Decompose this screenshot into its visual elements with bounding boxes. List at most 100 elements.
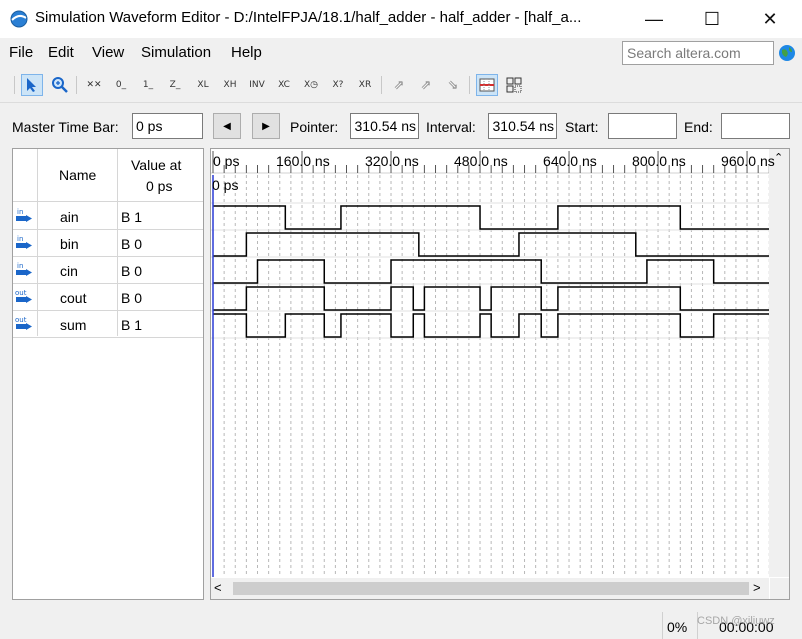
unknown-value-button[interactable]: ✕✕ bbox=[83, 74, 105, 96]
output-pin-icon: out bbox=[15, 289, 32, 303]
timeline-tick-label: 640.0 ns bbox=[543, 153, 597, 169]
scroll-corner bbox=[770, 578, 789, 599]
clock-icon: X◷ bbox=[303, 80, 319, 90]
status-divider bbox=[662, 612, 663, 639]
menu-edit[interactable]: Edit bbox=[48, 44, 74, 61]
svg-text:in: in bbox=[17, 208, 23, 216]
menu-help[interactable]: Help bbox=[231, 44, 262, 61]
invert-button[interactable]: INV bbox=[246, 74, 268, 96]
signal-list-panel bbox=[12, 148, 204, 600]
row-divider bbox=[13, 201, 203, 202]
unknown-value-icon: ✕✕ bbox=[86, 80, 102, 90]
master-time-bar-field[interactable]: 0 ps bbox=[132, 113, 203, 139]
snap-to-grid-button[interactable] bbox=[476, 74, 498, 96]
input-pin-icon: in bbox=[16, 208, 32, 222]
start-field[interactable] bbox=[608, 113, 677, 139]
forcing-high-button[interactable]: 1_ bbox=[137, 74, 159, 96]
signal-value: B 0 bbox=[121, 236, 143, 252]
signal-name[interactable]: cin bbox=[60, 263, 78, 279]
signal-name[interactable]: sum bbox=[60, 317, 86, 333]
timeline-tick-label: 0 ps bbox=[213, 153, 240, 169]
waveform-cout[interactable] bbox=[213, 286, 769, 311]
output-pin-icon: out bbox=[15, 316, 32, 330]
value-column-header-time: 0 ps bbox=[146, 178, 173, 194]
toolbar-separator bbox=[381, 76, 382, 94]
interval-field[interactable]: 310.54 ns bbox=[488, 113, 557, 139]
zoom-tool-button[interactable] bbox=[49, 74, 71, 96]
value-column-header: Value at bbox=[131, 157, 182, 173]
pointer-tool-button[interactable] bbox=[21, 74, 43, 96]
horizontal-scroll-thumb[interactable] bbox=[233, 582, 749, 595]
svg-text:out: out bbox=[15, 316, 27, 324]
grid-settings-icon bbox=[506, 77, 522, 93]
timing-netlist-icon: ⇘ bbox=[447, 77, 459, 93]
menu-file[interactable]: File bbox=[9, 44, 33, 61]
waveform-canvas[interactable] bbox=[211, 149, 769, 577]
start-label: Start: bbox=[565, 119, 599, 135]
svg-text:in: in bbox=[17, 262, 23, 270]
end-label: End: bbox=[684, 119, 713, 135]
scroll-left-icon[interactable]: < bbox=[214, 580, 222, 595]
arrow-left-icon: ◀ bbox=[223, 120, 231, 132]
vertical-scrollbar[interactable]: ⌃ bbox=[769, 149, 789, 577]
globe-icon[interactable] bbox=[778, 44, 796, 62]
zoom-icon bbox=[52, 77, 68, 93]
maximize-button[interactable]: ☐ bbox=[689, 0, 735, 38]
timeline-tick-label: 800.0 ns bbox=[632, 153, 686, 169]
weak-high-icon: XH bbox=[223, 80, 237, 90]
waveform-sum[interactable] bbox=[213, 313, 769, 338]
watermark-text: CSDN @xiliuwz bbox=[697, 615, 775, 627]
master-time-bar-label: Master Time Bar: bbox=[12, 119, 119, 135]
column-divider bbox=[37, 149, 38, 336]
quartus-app-icon bbox=[10, 10, 28, 28]
row-divider bbox=[13, 283, 203, 284]
timeline-tick-label: 960.0 ns bbox=[721, 153, 775, 169]
run-functional-button[interactable]: ⇗ bbox=[388, 74, 410, 96]
clock-button[interactable]: X◷ bbox=[300, 74, 322, 96]
signal-value: B 0 bbox=[121, 263, 143, 279]
menu-simulation[interactable]: Simulation bbox=[141, 44, 211, 61]
timing-netlist-button[interactable]: ⇘ bbox=[442, 74, 464, 96]
row-divider bbox=[13, 337, 203, 338]
weak-low-icon: XL bbox=[197, 80, 209, 90]
row-divider bbox=[13, 229, 203, 230]
search-input[interactable]: Search altera.com bbox=[622, 41, 774, 65]
toolbar-separator bbox=[14, 76, 15, 94]
weak-low-button[interactable]: XL bbox=[192, 74, 214, 96]
toolbar-separator bbox=[469, 76, 470, 94]
scroll-right-icon[interactable]: > bbox=[753, 580, 761, 595]
next-transition-button[interactable]: ▶ bbox=[252, 113, 280, 139]
pointer-field[interactable]: 310.54 ns bbox=[350, 113, 419, 139]
scroll-up-icon[interactable]: ⌃ bbox=[774, 151, 783, 164]
run-timing-button[interactable]: ⇗ bbox=[415, 74, 437, 96]
signal-value: B 0 bbox=[121, 290, 143, 306]
minimize-button[interactable]: — bbox=[631, 0, 677, 38]
end-field[interactable] bbox=[721, 113, 790, 139]
previous-transition-button[interactable]: ◀ bbox=[213, 113, 241, 139]
forcing-low-icon: 0_ bbox=[115, 80, 127, 90]
high-impedance-button[interactable]: Z_ bbox=[164, 74, 186, 96]
horizontal-scrollbar[interactable]: < > bbox=[211, 578, 769, 599]
signal-name[interactable]: bin bbox=[60, 236, 79, 252]
svg-text:out: out bbox=[15, 289, 27, 297]
input-pin-icon: in bbox=[16, 262, 32, 276]
count-value-button[interactable]: XC bbox=[273, 74, 295, 96]
signal-name[interactable]: ain bbox=[60, 209, 79, 225]
arbitrary-value-button[interactable]: X? bbox=[327, 74, 349, 96]
signal-name[interactable]: cout bbox=[60, 290, 86, 306]
timeline-tick-label: 320.0 ns bbox=[365, 153, 419, 169]
close-button[interactable]: ✕ bbox=[747, 0, 793, 38]
arbitrary-value-icon: X? bbox=[332, 80, 344, 90]
row-divider bbox=[13, 310, 203, 311]
grid-settings-button[interactable] bbox=[503, 74, 525, 96]
random-value-button[interactable]: XR bbox=[354, 74, 376, 96]
column-divider bbox=[117, 149, 118, 336]
signal-value: B 1 bbox=[121, 317, 143, 333]
name-column-header: Name bbox=[59, 167, 97, 183]
menu-view[interactable]: View bbox=[92, 44, 124, 61]
weak-high-button[interactable]: XH bbox=[219, 74, 241, 96]
forcing-low-button[interactable]: 0_ bbox=[110, 74, 132, 96]
high-impedance-icon: Z_ bbox=[169, 80, 181, 90]
progress-text: 0% bbox=[667, 619, 688, 635]
timeline-tick-label: 160.0 ns bbox=[276, 153, 330, 169]
